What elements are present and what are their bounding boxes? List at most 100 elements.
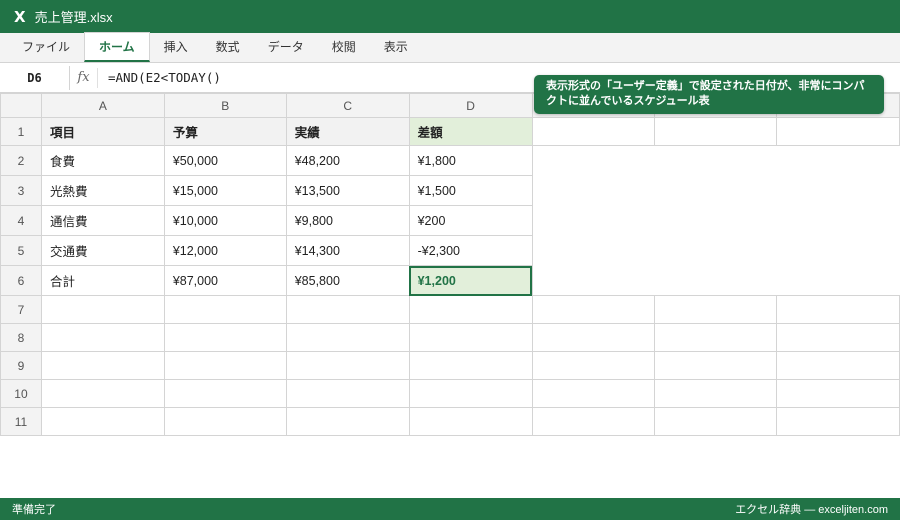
row-header[interactable]: 5 bbox=[0, 235, 42, 266]
row-header[interactable]: 8 bbox=[0, 323, 42, 352]
row-header[interactable]: 2 bbox=[0, 145, 42, 176]
cell[interactable]: ¥50,000 bbox=[163, 145, 287, 176]
tab-formulas[interactable]: 数式 bbox=[202, 32, 254, 62]
cell[interactable] bbox=[163, 351, 287, 380]
header-cell-item[interactable]: 項目 bbox=[40, 117, 165, 146]
cell[interactable] bbox=[654, 407, 778, 436]
cell[interactable]: ¥9,800 bbox=[285, 205, 410, 236]
cell[interactable] bbox=[531, 295, 656, 324]
fx-icon[interactable]: fx bbox=[70, 67, 98, 88]
cell[interactable] bbox=[285, 295, 410, 324]
row-header[interactable]: 1 bbox=[0, 117, 42, 146]
header-cell-budget[interactable]: 予算 bbox=[163, 117, 287, 146]
tab-data[interactable]: データ bbox=[254, 32, 318, 62]
annotation-callout: 表示形式の「ユーザー定義」で設定された日付が、非常にコンパクトに並んでいるスケジ… bbox=[534, 75, 884, 114]
header-cell-actual[interactable]: 実績 bbox=[285, 117, 410, 146]
cell[interactable] bbox=[40, 407, 165, 436]
tab-view[interactable]: 表示 bbox=[370, 32, 422, 62]
table-row: 8 bbox=[0, 323, 900, 352]
cell[interactable] bbox=[408, 351, 533, 380]
cell[interactable]: ¥1,500 bbox=[408, 175, 533, 206]
cell[interactable] bbox=[776, 323, 900, 352]
cell[interactable] bbox=[408, 407, 533, 436]
cell[interactable]: -¥2,300 bbox=[408, 235, 533, 266]
table-row: 7 bbox=[0, 295, 900, 324]
cell[interactable]: ¥1,800 bbox=[408, 145, 533, 176]
cell[interactable]: ¥200 bbox=[408, 205, 533, 236]
cell[interactable]: 交通費 bbox=[40, 235, 165, 266]
cell[interactable] bbox=[40, 379, 165, 408]
status-bar: 準備完了 エクセル辞典 — exceljiten.com bbox=[0, 498, 900, 520]
cell[interactable] bbox=[40, 295, 165, 324]
column-header-a[interactable]: A bbox=[40, 93, 165, 118]
cell[interactable] bbox=[654, 323, 778, 352]
cell[interactable]: 合計 bbox=[40, 265, 165, 296]
cell[interactable] bbox=[163, 295, 287, 324]
cell[interactable] bbox=[531, 117, 656, 146]
cell[interactable] bbox=[531, 351, 656, 380]
cell[interactable] bbox=[285, 379, 410, 408]
cell[interactable] bbox=[776, 351, 900, 380]
status-text: 準備完了 bbox=[12, 504, 56, 516]
cell[interactable] bbox=[408, 379, 533, 408]
blank-area bbox=[532, 145, 900, 296]
cell[interactable] bbox=[776, 407, 900, 436]
cell[interactable]: ¥13,500 bbox=[285, 175, 410, 206]
cell[interactable] bbox=[285, 351, 410, 380]
column-header-d[interactable]: D bbox=[408, 93, 533, 118]
cell[interactable]: ¥14,300 bbox=[285, 235, 410, 266]
cell[interactable] bbox=[654, 379, 778, 408]
cell[interactable]: 光熱費 bbox=[40, 175, 165, 206]
row-header[interactable]: 10 bbox=[0, 379, 42, 408]
selected-cell[interactable]: ¥1,200 bbox=[408, 265, 533, 296]
cell[interactable] bbox=[531, 407, 656, 436]
cell[interactable]: 通信費 bbox=[40, 205, 165, 236]
tab-home[interactable]: ホーム bbox=[84, 32, 150, 62]
row-header[interactable]: 7 bbox=[0, 295, 42, 324]
table-row: 2 食費 ¥50,000 ¥48,200 ¥1,800 bbox=[0, 145, 900, 296]
cell[interactable]: ¥12,000 bbox=[163, 235, 287, 266]
cell[interactable] bbox=[163, 379, 287, 408]
cell[interactable]: ¥85,800 bbox=[285, 265, 410, 296]
ribbon-tabs: ファイル ホーム 挿入 数式 データ 校閲 表示 bbox=[0, 32, 900, 63]
row-header[interactable]: 3 bbox=[0, 175, 42, 206]
cell[interactable] bbox=[163, 407, 287, 436]
tab-file[interactable]: ファイル bbox=[8, 32, 84, 62]
cell[interactable] bbox=[776, 117, 900, 146]
cell[interactable] bbox=[531, 379, 656, 408]
cell[interactable] bbox=[163, 323, 287, 352]
cell[interactable] bbox=[408, 323, 533, 352]
cell[interactable] bbox=[40, 323, 165, 352]
row-header[interactable]: 11 bbox=[0, 407, 42, 436]
header-cell-difference[interactable]: 差額 bbox=[408, 117, 533, 146]
cell[interactable]: ¥10,000 bbox=[163, 205, 287, 236]
cell[interactable]: ¥15,000 bbox=[163, 175, 287, 206]
cell[interactable] bbox=[776, 379, 900, 408]
row-header[interactable]: 6 bbox=[0, 265, 42, 296]
cell[interactable] bbox=[285, 323, 410, 352]
cell[interactable]: ¥48,200 bbox=[285, 145, 410, 176]
row-header[interactable]: 9 bbox=[0, 351, 42, 380]
cell[interactable] bbox=[776, 295, 900, 324]
formula-input[interactable]: =AND(E2<TODAY() bbox=[98, 70, 221, 85]
cell[interactable] bbox=[285, 407, 410, 436]
cell[interactable] bbox=[654, 117, 778, 146]
cell[interactable] bbox=[408, 295, 533, 324]
name-box[interactable]: D6 bbox=[0, 65, 70, 90]
select-all-corner[interactable] bbox=[0, 93, 42, 118]
column-header-b[interactable]: B bbox=[163, 93, 287, 118]
cell[interactable] bbox=[40, 351, 165, 380]
table-row: 9 bbox=[0, 351, 900, 380]
cell[interactable] bbox=[531, 323, 656, 352]
row-header[interactable]: 4 bbox=[0, 205, 42, 236]
cell[interactable] bbox=[654, 351, 778, 380]
cell[interactable]: 食費 bbox=[40, 145, 165, 176]
title-bar: X 売上管理.xlsx bbox=[0, 0, 900, 33]
table-row: 10 bbox=[0, 379, 900, 408]
cell[interactable] bbox=[654, 295, 778, 324]
tab-insert[interactable]: 挿入 bbox=[150, 32, 202, 62]
spreadsheet-grid: A B C D 1 項目 予算 実績 差額 2 食費 ¥50,000 ¥48,2… bbox=[0, 93, 900, 436]
column-header-c[interactable]: C bbox=[285, 93, 410, 118]
cell[interactable]: ¥87,000 bbox=[163, 265, 287, 296]
tab-review[interactable]: 校閲 bbox=[318, 32, 370, 62]
